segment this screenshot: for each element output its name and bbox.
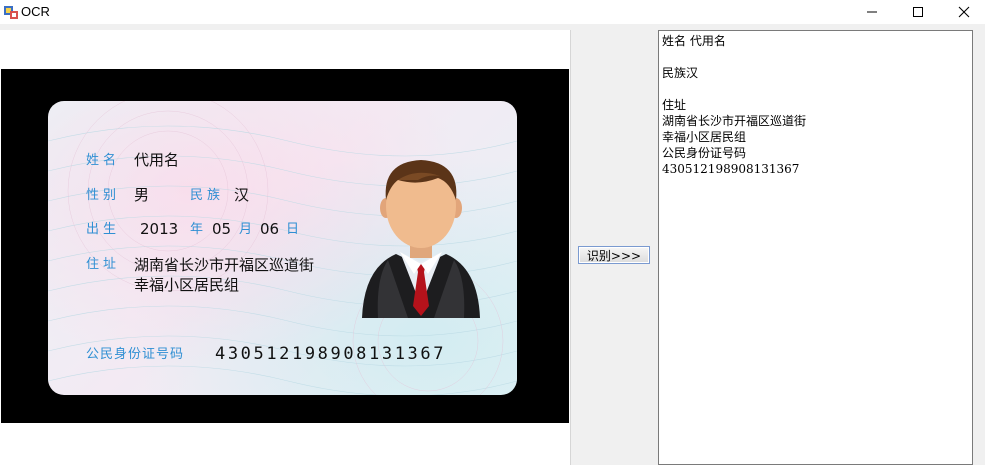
- card-address-line1: 湖南省长沙市开福区巡道街: [134, 256, 315, 274]
- window-title: OCR: [21, 4, 50, 19]
- card-name-label: 姓名: [86, 153, 121, 168]
- card-ethnicity-value: 汉: [234, 186, 250, 204]
- result-line: 幸福小区居民组: [662, 130, 747, 144]
- recognize-button[interactable]: 识别>>>: [578, 246, 650, 264]
- minimize-button[interactable]: [849, 0, 895, 24]
- result-line: 住址: [662, 98, 687, 112]
- minimize-icon: [867, 11, 877, 13]
- result-line: 姓名 代用名: [662, 34, 726, 48]
- image-picture-box: 姓名 代用名 性别 男 民族 汉 出生 2013 年 05 月 06 日 住址 …: [0, 30, 571, 465]
- card-id-label: 公民身份证号码: [86, 347, 185, 362]
- id-card-image: 姓名 代用名 性别 男 民族 汉 出生 2013 年 05 月 06 日 住址 …: [48, 101, 517, 395]
- title-bar: OCR: [0, 0, 985, 24]
- card-year-label: 年: [190, 222, 204, 237]
- app-icon: [4, 6, 18, 19]
- result-line: [662, 81, 969, 97]
- card-sex-value: 男: [134, 186, 150, 204]
- maximize-button[interactable]: [895, 0, 941, 24]
- maximize-icon: [913, 7, 923, 17]
- card-address-label: 住址: [86, 257, 121, 272]
- card-birth-label: 出生: [86, 222, 121, 237]
- image-frame: 姓名 代用名 性别 男 民族 汉 出生 2013 年 05 月 06 日 住址 …: [1, 69, 569, 423]
- result-line: 公民身份证号码: [662, 146, 747, 160]
- card-name-value: 代用名: [134, 151, 180, 169]
- card-sex-label: 性别: [86, 188, 121, 203]
- card-month-label: 月: [239, 222, 253, 237]
- card-birth-day: 06: [260, 220, 280, 238]
- close-icon: [958, 6, 970, 18]
- card-birth-year: 2013: [140, 220, 179, 238]
- card-day-label: 日: [286, 222, 300, 237]
- card-address-line2: 幸福小区居民组: [134, 276, 240, 294]
- result-line: 民族汉: [662, 66, 699, 80]
- result-textbox[interactable]: 姓名 代用名 民族汉 住址 湖南省长沙市开福区巡道街 幸福小区居民组 公民身份证…: [658, 30, 973, 465]
- scrollbar-track[interactable]: [973, 30, 985, 465]
- result-line: 430512198908131367: [662, 162, 800, 176]
- person-portrait-icon: [362, 160, 480, 318]
- card-id-number: 430512198908131367: [215, 344, 447, 364]
- card-ethnicity-label: 民族: [190, 188, 225, 203]
- result-line: 湖南省长沙市开福区巡道街: [662, 114, 807, 128]
- card-birth-month: 05: [212, 220, 232, 238]
- result-line: [662, 49, 969, 65]
- close-button[interactable]: [941, 0, 985, 24]
